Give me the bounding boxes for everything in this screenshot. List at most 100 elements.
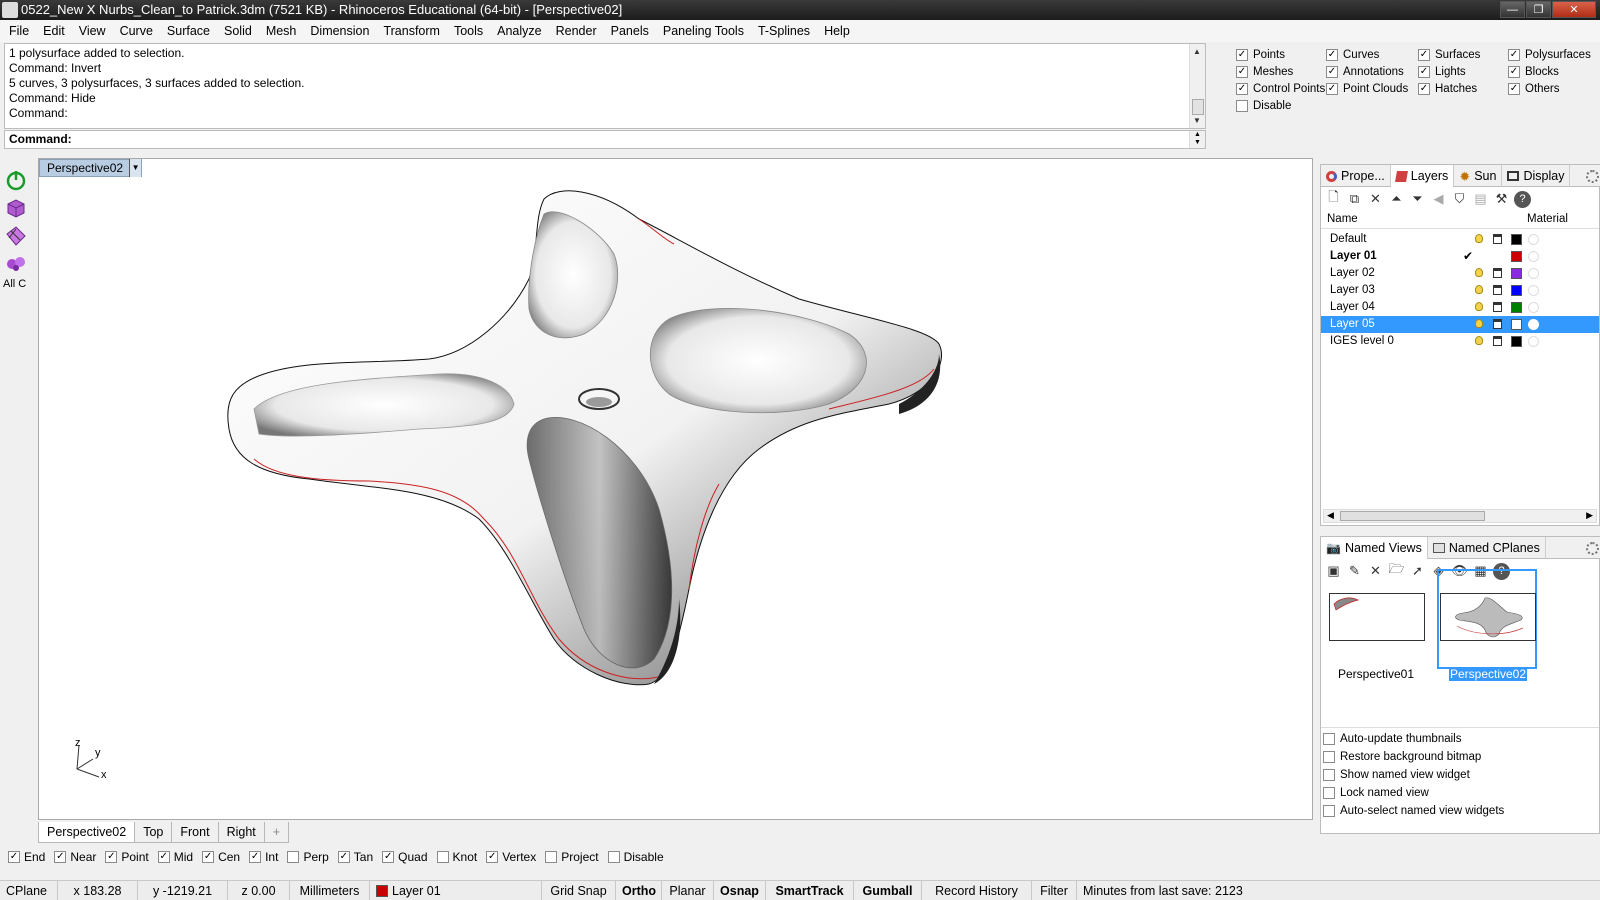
- scroll-right-icon[interactable]: ▶: [1586, 510, 1593, 521]
- tab-named-views[interactable]: 📷 Named Views: [1321, 537, 1428, 559]
- menu-help[interactable]: Help: [817, 20, 857, 42]
- checkbox-checked-icon[interactable]: ✓: [157, 851, 170, 863]
- scroll-up-icon[interactable]: ▲: [1193, 47, 1201, 56]
- minimize-button[interactable]: —: [1500, 1, 1525, 18]
- osnap-knot[interactable]: Knot: [436, 850, 477, 864]
- checkbox-checked-icon[interactable]: ✓: [1418, 49, 1430, 61]
- checkbox-checked-icon[interactable]: ✓: [1418, 83, 1430, 95]
- filter-others[interactable]: ✓ Others: [1508, 83, 1560, 95]
- tab-properties[interactable]: Prope...: [1321, 165, 1391, 187]
- column-name[interactable]: Name: [1327, 213, 1358, 225]
- tab-perspective02[interactable]: Perspective02: [38, 822, 136, 843]
- checkbox-checked-icon[interactable]: ✓: [1326, 83, 1338, 95]
- help-icon[interactable]: ?: [1514, 190, 1531, 208]
- osnap-project[interactable]: Project: [545, 850, 599, 864]
- layer-row[interactable]: Layer 01 ✔: [1321, 248, 1599, 265]
- option-show-named-view-widget[interactable]: Show named view widget: [1323, 769, 1470, 781]
- lock-icon[interactable]: [1493, 285, 1502, 295]
- checkbox-checked-icon[interactable]: ✓: [202, 851, 215, 863]
- tools-icon[interactable]: ▤: [1472, 191, 1489, 208]
- checkbox-checked-icon[interactable]: ✓: [1236, 66, 1248, 78]
- filter-point-clouds[interactable]: ✓ Point Clouds: [1326, 83, 1408, 95]
- lock-icon[interactable]: [1493, 319, 1502, 329]
- osnap-disable[interactable]: Disable: [607, 850, 664, 864]
- menu-solid[interactable]: Solid: [217, 20, 259, 42]
- layer-color-swatch[interactable]: [1511, 336, 1522, 347]
- layer-color-swatch[interactable]: [1511, 251, 1522, 262]
- osnap-toggle[interactable]: Osnap: [714, 880, 766, 900]
- layers-horizontal-scrollbar[interactable]: ◀ ▶: [1323, 509, 1597, 523]
- save-icon[interactable]: ▣: [1325, 563, 1342, 580]
- checkbox-empty-icon[interactable]: [287, 851, 300, 863]
- material-icon[interactable]: [1528, 336, 1539, 347]
- filter-blocks[interactable]: ✓ Blocks: [1508, 66, 1559, 78]
- filter-toggle[interactable]: Filter: [1032, 880, 1077, 900]
- layer-row[interactable]: Layer 05: [1321, 316, 1599, 333]
- layer-color-swatch[interactable]: [1511, 285, 1522, 296]
- osnap-int[interactable]: ✓ Int: [249, 850, 278, 864]
- tab-right[interactable]: Right: [217, 822, 265, 843]
- grid-snap-toggle[interactable]: Grid Snap: [542, 880, 616, 900]
- planar-toggle[interactable]: Planar: [662, 880, 714, 900]
- tab-layers[interactable]: Layers: [1390, 165, 1455, 187]
- tab-display[interactable]: Display: [1502, 165, 1571, 187]
- filter-curves[interactable]: ✓ Curves: [1326, 49, 1379, 61]
- delete-icon[interactable]: ✕: [1367, 563, 1384, 580]
- add-viewport-tab-icon[interactable]: +: [263, 822, 290, 843]
- osnap-perp[interactable]: Perp: [287, 850, 329, 864]
- layer-row[interactable]: Layer 03: [1321, 282, 1599, 299]
- osnap-quad[interactable]: ✓ Quad: [382, 850, 428, 864]
- named-view-label[interactable]: Perspective01: [1321, 667, 1431, 681]
- menu-file[interactable]: File: [2, 20, 36, 42]
- menu-dimension[interactable]: Dimension: [303, 20, 376, 42]
- lightbulb-icon[interactable]: [1475, 302, 1483, 311]
- filter-polysurfaces[interactable]: ✓ Polysurfaces: [1508, 49, 1591, 61]
- lightbulb-icon[interactable]: [1475, 319, 1483, 328]
- layer-color-swatch[interactable]: [1511, 234, 1522, 245]
- lightbulb-icon[interactable]: [1475, 336, 1483, 345]
- scroll-thumb[interactable]: [1340, 511, 1485, 521]
- maximize-button[interactable]: ❐: [1526, 1, 1551, 18]
- checkbox-checked-icon[interactable]: ✓: [1508, 66, 1520, 78]
- layer-color-swatch[interactable]: [1511, 302, 1522, 313]
- checkbox-empty-icon[interactable]: [545, 851, 558, 863]
- osnap-mid[interactable]: ✓ Mid: [157, 850, 193, 864]
- new-layer-icon[interactable]: 🗋: [1325, 189, 1342, 208]
- checkbox-checked-icon[interactable]: ✓: [1236, 49, 1248, 61]
- osnap-point[interactable]: ✓ Point: [105, 850, 149, 864]
- lightbulb-icon[interactable]: [1475, 234, 1483, 243]
- filter-hatches[interactable]: ✓ Hatches: [1418, 83, 1477, 95]
- named-view-label-selected[interactable]: Perspective02: [1433, 667, 1543, 681]
- box-solid-icon[interactable]: [4, 196, 28, 220]
- power-icon[interactable]: [4, 168, 28, 192]
- ortho-toggle[interactable]: Ortho: [616, 880, 662, 900]
- cursor-icon[interactable]: ➚: [1409, 563, 1426, 580]
- menu-surface[interactable]: Surface: [160, 20, 217, 42]
- checkbox-checked-icon[interactable]: ✓: [382, 851, 395, 863]
- checkbox-checked-icon[interactable]: ✓: [1326, 49, 1338, 61]
- filter-icon[interactable]: ⛉: [1451, 191, 1468, 208]
- checkbox-checked-icon[interactable]: ✓: [249, 851, 262, 863]
- checkbox-empty-icon[interactable]: [1323, 733, 1335, 745]
- smarttrack-toggle[interactable]: SmartTrack: [766, 880, 854, 900]
- menu-tools[interactable]: Tools: [447, 20, 490, 42]
- option-auto-select-named-view-widgets[interactable]: Auto-select named view widgets: [1323, 805, 1504, 817]
- filter-disable[interactable]: Disable: [1236, 100, 1291, 112]
- scroll-down-icon[interactable]: ▼: [1193, 116, 1201, 125]
- osnap-cen[interactable]: ✓ Cen: [202, 850, 240, 864]
- lightbulb-icon[interactable]: [1475, 268, 1483, 277]
- viewport-title-tab[interactable]: Perspective02 ▼: [39, 159, 143, 177]
- tab-front[interactable]: Front: [171, 822, 219, 843]
- rhino-app-icon[interactable]: [2, 2, 18, 18]
- checkbox-checked-icon[interactable]: ✓: [486, 851, 499, 863]
- perspective-viewport[interactable]: Perspective02 ▼ z y x: [38, 158, 1313, 820]
- menu-transform[interactable]: Transform: [376, 20, 447, 42]
- checkbox-checked-icon[interactable]: ✓: [1508, 49, 1520, 61]
- material-icon[interactable]: [1528, 285, 1539, 296]
- delete-icon[interactable]: ✕: [1367, 191, 1384, 208]
- scroll-left-icon[interactable]: ◀: [1327, 510, 1334, 521]
- hammer-icon[interactable]: ⚒: [1493, 191, 1510, 208]
- osnap-end[interactable]: ✓ End: [8, 850, 45, 864]
- menu-mesh[interactable]: Mesh: [259, 20, 304, 42]
- material-icon[interactable]: [1528, 319, 1539, 330]
